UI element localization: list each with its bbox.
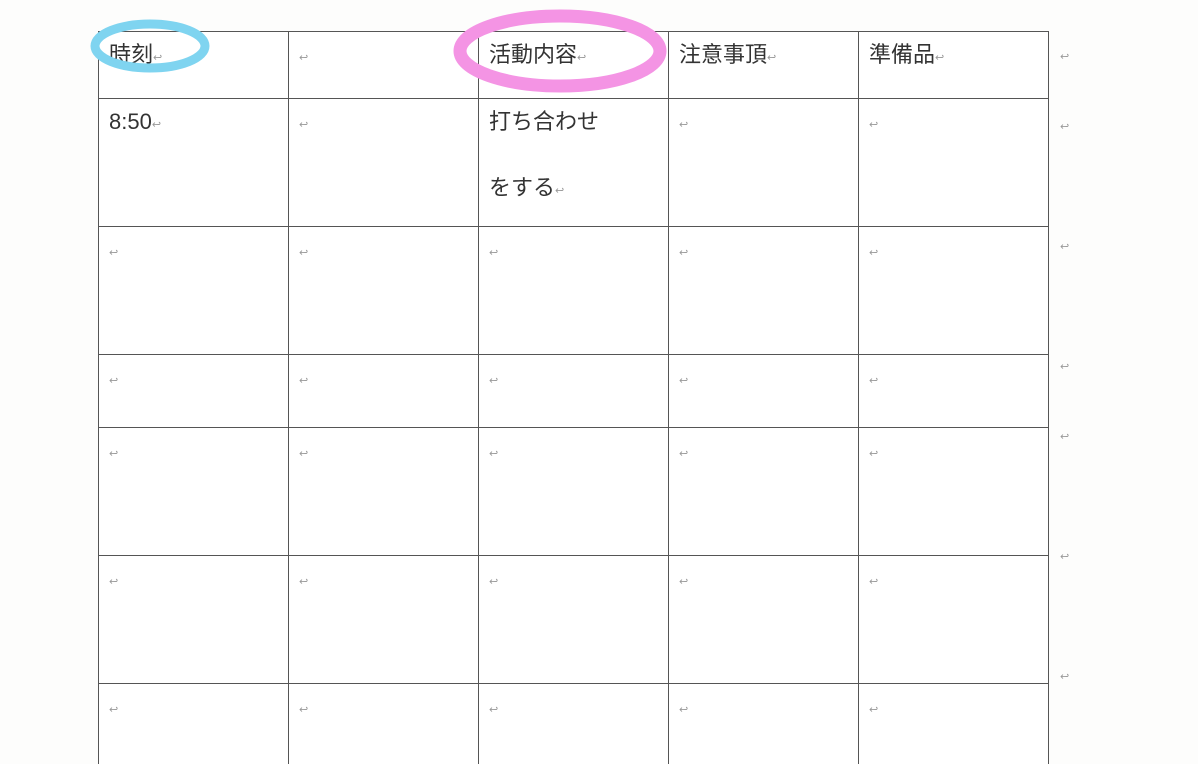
cell-r6-c5[interactable]: [859, 684, 1049, 764]
cell-r5-c1[interactable]: [99, 556, 289, 684]
paragraph-mark-icon: [679, 376, 688, 387]
paragraph-mark-icon: [489, 577, 498, 588]
paragraph-mark-icon: [869, 705, 878, 716]
paragraph-mark-icon: [935, 53, 944, 64]
cell-r3-c5[interactable]: [859, 355, 1049, 428]
paragraph-mark-icon: [679, 120, 688, 131]
header-time-text: 時刻: [109, 42, 153, 67]
paragraph-mark-icon: [489, 376, 498, 387]
cell-r1-c5[interactable]: [859, 99, 1049, 227]
paragraph-mark-icon: ↩: [1060, 550, 1069, 563]
paragraph-mark-icon: [577, 53, 586, 64]
paragraph-mark-icon: [869, 449, 878, 460]
paragraph-mark-icon: ↩: [1060, 430, 1069, 443]
cell-r3-c3[interactable]: [479, 355, 669, 428]
document-page: 時刻 活動内容 注意事頂 準備品 8:50 打ち合わせ をする: [0, 0, 1198, 764]
table-row: [99, 556, 1049, 684]
cell-r5-c3[interactable]: [479, 556, 669, 684]
header-activity-text: 活動内容: [489, 42, 577, 67]
cell-r1-c2[interactable]: [289, 99, 479, 227]
cell-r5-c4[interactable]: [669, 556, 859, 684]
cell-r5-c5[interactable]: [859, 556, 1049, 684]
paragraph-mark-icon: [109, 577, 118, 588]
cell-r3-c1[interactable]: [99, 355, 289, 428]
header-supplies-text: 準備品: [869, 42, 935, 67]
cell-r2-c4[interactable]: [669, 227, 859, 355]
header-caution[interactable]: 注意事頂: [669, 32, 859, 99]
paragraph-mark-icon: ↩: [1060, 50, 1069, 63]
paragraph-mark-icon: [555, 186, 564, 197]
paragraph-mark-icon: [869, 248, 878, 259]
paragraph-mark-icon: [153, 53, 162, 64]
cell-r1-c1[interactable]: 8:50: [99, 99, 289, 227]
table-row: 8:50 打ち合わせ をする: [99, 99, 1049, 227]
table-header-row: 時刻 活動内容 注意事頂 準備品: [99, 32, 1049, 99]
paragraph-mark-icon: [869, 376, 878, 387]
cell-r6-c1[interactable]: [99, 684, 289, 764]
cell-r1-c4[interactable]: [669, 99, 859, 227]
header-caution-text: 注意事頂: [679, 42, 767, 67]
cell-r2-c5[interactable]: [859, 227, 1049, 355]
paragraph-mark-icon: ↩: [1060, 120, 1069, 133]
paragraph-mark-icon: [869, 577, 878, 588]
cell-r4-c5[interactable]: [859, 428, 1049, 556]
table-row: [99, 355, 1049, 428]
paragraph-mark-icon: [679, 248, 688, 259]
cell-r2-c3[interactable]: [479, 227, 669, 355]
paragraph-mark-icon: [299, 248, 308, 259]
paragraph-mark-icon: [679, 449, 688, 460]
paragraph-mark-icon: [489, 705, 498, 716]
cell-r4-c1[interactable]: [99, 428, 289, 556]
paragraph-mark-icon: [767, 53, 776, 64]
paragraph-mark-icon: [489, 449, 498, 460]
paragraph-mark-icon: [299, 705, 308, 716]
paragraph-mark-icon: [152, 120, 161, 131]
cell-r6-c2[interactable]: [289, 684, 479, 764]
paragraph-mark-icon: [109, 449, 118, 460]
table-row: [99, 227, 1049, 355]
cell-r3-c4[interactable]: [669, 355, 859, 428]
cell-text: 8:50: [109, 109, 152, 134]
cell-r4-c3[interactable]: [479, 428, 669, 556]
paragraph-mark-icon: ↩: [1060, 670, 1069, 683]
paragraph-mark-icon: [869, 120, 878, 131]
cell-text: 打ち合わせ をする: [489, 109, 599, 200]
header-activity[interactable]: 活動内容: [479, 32, 669, 99]
header-time[interactable]: 時刻: [99, 32, 289, 99]
cell-r6-c3[interactable]: [479, 684, 669, 764]
paragraph-mark-icon: ↩: [1060, 240, 1069, 253]
paragraph-mark-icon: ↩: [1060, 360, 1069, 373]
cell-r3-c2[interactable]: [289, 355, 479, 428]
paragraph-mark-icon: [299, 53, 308, 64]
cell-r4-c4[interactable]: [669, 428, 859, 556]
schedule-table: 時刻 活動内容 注意事頂 準備品 8:50 打ち合わせ をする: [98, 31, 1049, 764]
paragraph-mark-icon: [299, 376, 308, 387]
paragraph-mark-icon: [299, 449, 308, 460]
header-blank[interactable]: [289, 32, 479, 99]
paragraph-mark-icon: [299, 577, 308, 588]
paragraph-mark-icon: [679, 577, 688, 588]
paragraph-mark-icon: [109, 705, 118, 716]
cell-r6-c4[interactable]: [669, 684, 859, 764]
paragraph-mark-icon: [489, 248, 498, 259]
cell-r2-c2[interactable]: [289, 227, 479, 355]
paragraph-mark-icon: [299, 120, 308, 131]
cell-r2-c1[interactable]: [99, 227, 289, 355]
paragraph-mark-icon: [109, 248, 118, 259]
paragraph-mark-icon: [679, 705, 688, 716]
cell-r5-c2[interactable]: [289, 556, 479, 684]
cell-r4-c2[interactable]: [289, 428, 479, 556]
table-row: [99, 684, 1049, 764]
cell-r1-c3[interactable]: 打ち合わせ をする: [479, 99, 669, 227]
header-supplies[interactable]: 準備品: [859, 32, 1049, 99]
table-row: [99, 428, 1049, 556]
paragraph-mark-icon: [109, 376, 118, 387]
